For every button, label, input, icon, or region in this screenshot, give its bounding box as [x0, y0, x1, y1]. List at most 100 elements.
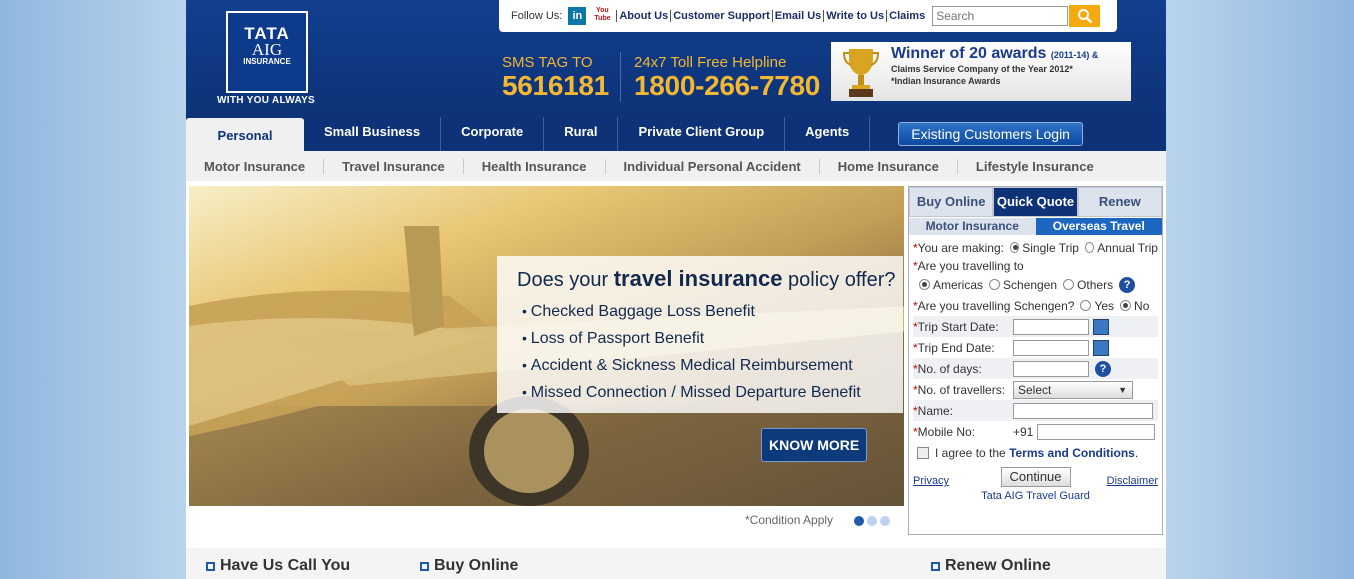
days-row: *No. of days: ? — [913, 358, 1158, 379]
making-label: You are making: — [917, 240, 1004, 255]
sms-info: SMS TAG TO 5616181 — [502, 54, 609, 101]
quote-subtabs: Motor Insurance Overseas Travel — [909, 218, 1162, 235]
carousel-dot-3[interactable] — [880, 516, 890, 526]
search-icon — [1077, 9, 1093, 24]
award-years: (2011-14) & — [1050, 50, 1099, 60]
know-more-button[interactable]: KNOW MORE — [761, 428, 868, 462]
destination-label: Are you travelling to — [917, 259, 1024, 273]
continue-button[interactable]: Continue — [1000, 467, 1071, 487]
tab-renew-online[interactable]: Renew Online — [1077, 187, 1162, 237]
renew-online-heading[interactable]: Renew Online — [931, 557, 1051, 575]
subnav-motor-insurance[interactable]: Motor Insurance — [186, 158, 325, 174]
bullet-square-icon — [420, 561, 429, 571]
youtube-icon[interactable]: You Tube — [594, 7, 610, 25]
calendar-icon[interactable] — [1093, 339, 1109, 356]
single-trip-label: Single Trip — [1022, 240, 1079, 255]
nav-agents[interactable]: Agents — [785, 117, 871, 151]
days-label: No. of days: — [917, 361, 982, 376]
tata-aig-logo[interactable]: TATA AIG INSURANCE — [226, 11, 308, 93]
search-input[interactable] — [932, 6, 1069, 26]
start-date-input[interactable] — [1013, 318, 1089, 335]
schengen-label: Schengen — [1003, 277, 1058, 292]
benefit-item: Accident & Sickness Medical Reimbursemen… — [522, 352, 903, 379]
subnav-personal-accident[interactable]: Individual Personal Accident — [606, 158, 820, 174]
subtab-overseas-travel[interactable]: Overseas Travel — [1035, 218, 1162, 235]
nav-corporate[interactable]: Corporate — [441, 117, 545, 151]
carousel-dot-2[interactable] — [867, 516, 877, 526]
days-help-icon[interactable]: ? — [1095, 360, 1111, 377]
subnav-home-insurance[interactable]: Home Insurance — [820, 158, 958, 174]
nav-private-client-group[interactable]: Private Client Group — [618, 117, 786, 151]
about-us-link[interactable]: About Us — [616, 10, 671, 22]
subnav-lifestyle-insurance[interactable]: Lifestyle Insurance — [958, 159, 1112, 174]
annual-trip-radio[interactable] — [1084, 242, 1095, 253]
award-text: Winner of 20 awards (2011-14) & Claims S… — [891, 42, 1098, 101]
mobile-input[interactable] — [1037, 423, 1156, 440]
start-date-row: *Trip Start Date: — [913, 316, 1158, 337]
subnav-travel-insurance[interactable]: Travel Insurance — [324, 158, 464, 174]
days-input[interactable] — [1013, 360, 1089, 377]
travellers-select[interactable]: Select — [1013, 380, 1133, 399]
destination-help-icon[interactable]: ? — [1119, 276, 1136, 293]
schengen-no-radio[interactable] — [1120, 300, 1132, 311]
others-label: Others — [1077, 277, 1114, 292]
destination-row: Americas Schengen Others ? — [913, 274, 1158, 295]
logo-line3: INSURANCE — [243, 57, 291, 66]
write-to-us-link[interactable]: Write to Us — [823, 10, 887, 22]
follow-label: Follow Us: — [511, 10, 563, 22]
quick-quote-panel: Buy Online Quick Quote Renew Online Moto… — [908, 186, 1163, 535]
nav-small-business[interactable]: Small Business — [304, 117, 442, 151]
award-sub1: Claims Service Company of the Year 2012* — [891, 64, 1073, 74]
customer-support-link[interactable]: Customer Support — [670, 10, 772, 22]
award-sub2: *Indian Insurance Awards — [891, 76, 1001, 86]
helpline-info: 24x7 Toll Free Helpline 1800-266-7780 — [634, 54, 820, 101]
schengen-radio[interactable] — [989, 279, 1001, 290]
buy-online-heading[interactable]: Buy Online — [420, 557, 518, 575]
hero-banner[interactable]: Does your travel insurance policy offer?… — [189, 186, 904, 506]
end-date-row: *Trip End Date: — [913, 337, 1158, 358]
yes-label: Yes — [1094, 298, 1115, 313]
existing-customers-login-button[interactable]: Existing Customers Login — [898, 122, 1083, 146]
search-button[interactable] — [1069, 5, 1101, 27]
others-radio[interactable] — [1063, 279, 1075, 290]
logo-tagline: WITH YOU ALWAYS — [217, 95, 316, 106]
linkedin-icon[interactable]: in — [568, 7, 587, 25]
calendar-icon[interactable] — [1093, 318, 1109, 335]
americas-radio[interactable] — [919, 279, 930, 290]
tab-buy-online[interactable]: Buy Online — [909, 187, 994, 217]
sms-label: SMS TAG TO — [502, 54, 593, 71]
agree-row: I agree to the Terms and Conditions. — [913, 442, 1158, 463]
trophy-icon — [831, 42, 891, 101]
privacy-link[interactable]: Privacy — [913, 475, 949, 487]
carousel-dots — [854, 516, 890, 526]
americas-label: Americas — [933, 277, 984, 292]
subtab-motor-insurance[interactable]: Motor Insurance — [909, 218, 1036, 235]
name-input[interactable] — [1013, 402, 1153, 419]
nav-personal[interactable]: Personal — [186, 118, 304, 152]
email-us-link[interactable]: Email Us — [771, 10, 824, 22]
award-banner[interactable]: Winner of 20 awards (2011-14) & Claims S… — [831, 42, 1131, 101]
bullet-square-icon — [931, 561, 940, 571]
single-trip-radio[interactable] — [1009, 242, 1020, 253]
claims-link[interactable]: Claims — [886, 10, 928, 22]
quote-tabs: Buy Online Quick Quote Renew Online — [909, 187, 1162, 237]
subnav-health-insurance[interactable]: Health Insurance — [464, 158, 606, 174]
disclaimer-link[interactable]: Disclaimer — [1107, 475, 1158, 487]
destination-label-row: * Are you travelling to — [913, 259, 1024, 273]
tab-quick-quote[interactable]: Quick Quote — [993, 187, 1078, 217]
end-date-input[interactable] — [1013, 339, 1089, 356]
terms-link[interactable]: Terms and Conditions — [1009, 446, 1135, 460]
mobile-prefix: +91 — [1013, 424, 1034, 439]
main-nav: Personal Small Business Corporate Rural … — [186, 117, 1166, 152]
have-us-call-you-heading[interactable]: Have Us Call You — [206, 557, 350, 575]
agree-checkbox[interactable] — [917, 446, 929, 459]
carousel-dot-1[interactable] — [854, 516, 864, 526]
schengen-yes-radio[interactable] — [1080, 300, 1092, 311]
agree-text: I agree to the — [935, 445, 1006, 460]
start-date-label: Trip Start Date: — [917, 319, 999, 334]
helpline-label: 24x7 Toll Free Helpline — [634, 54, 787, 71]
schengen-question: Are you travelling Schengen? — [917, 298, 1075, 313]
banner-heading: Does your travel insurance policy offer? — [517, 266, 896, 291]
travellers-label: No. of travellers: — [917, 382, 1006, 397]
nav-rural[interactable]: Rural — [544, 117, 619, 151]
